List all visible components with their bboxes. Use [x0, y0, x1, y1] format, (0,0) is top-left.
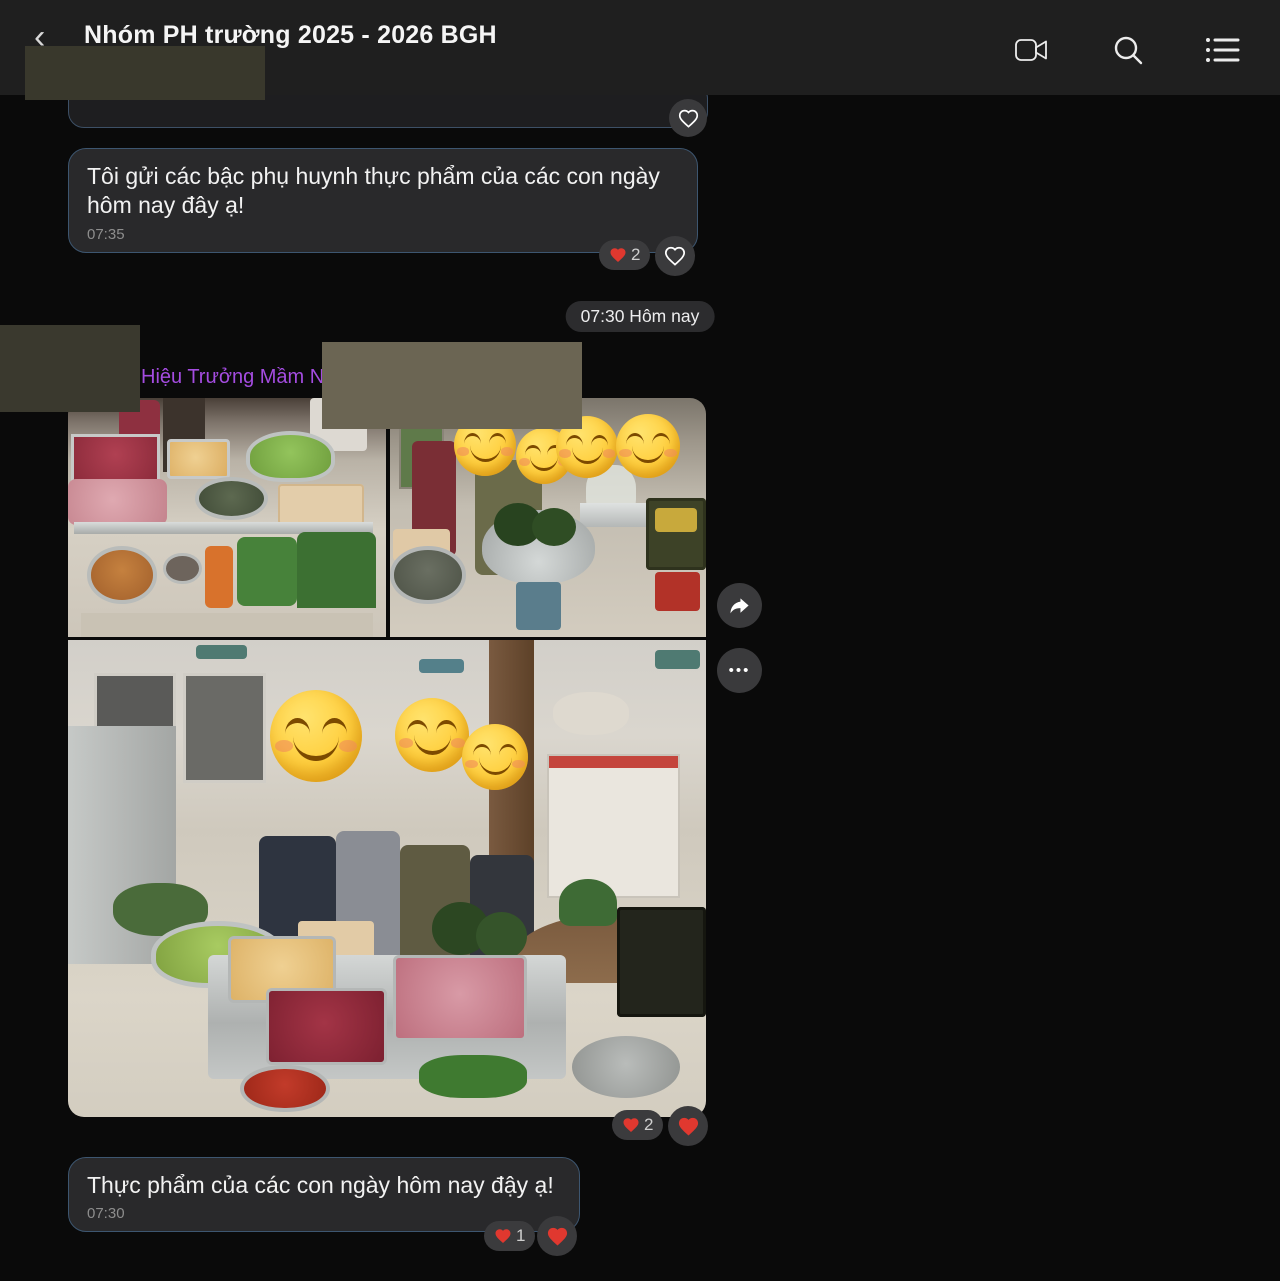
photo-decor: [516, 582, 560, 630]
photo-decor: [87, 546, 157, 603]
heart-filled-icon: [677, 1115, 700, 1138]
search-button[interactable]: [1108, 30, 1148, 70]
photo-decor: [240, 1065, 329, 1113]
photo-decor: [163, 553, 201, 584]
heart-filled-icon: [494, 1227, 512, 1245]
photo-decor: [553, 692, 630, 735]
redaction-block: [25, 46, 265, 100]
smiling-face-emoji: [616, 414, 680, 478]
photo-decor: [81, 613, 374, 637]
reaction-badge[interactable]: 1: [484, 1221, 535, 1251]
forward-button[interactable]: [717, 583, 762, 628]
thread-list-icon: [1202, 33, 1242, 67]
video-call-icon: [1013, 34, 1051, 66]
reaction-count: 1: [516, 1226, 525, 1246]
photo-decor: [246, 431, 335, 481]
search-icon: [1110, 32, 1146, 68]
photo-decor: [266, 988, 387, 1064]
photo-decor: [237, 537, 297, 606]
photo-decor: [297, 532, 377, 608]
photo-decor: [419, 659, 464, 673]
heart-outline-icon: [678, 108, 699, 129]
message-text: Thực phẩm của các con ngày hôm nay đậy ạ…: [87, 1171, 561, 1200]
date-divider: 07:30 Hôm nay: [566, 301, 715, 332]
photo-thumbnail-2[interactable]: [390, 398, 706, 637]
photo-decor: [71, 434, 160, 484]
redaction-block: [322, 342, 582, 429]
photo-decor: [547, 754, 681, 897]
photo-decor: [196, 645, 247, 659]
heart-filled-icon: [546, 1225, 569, 1248]
video-call-button[interactable]: [1012, 30, 1052, 70]
reaction-count: 2: [631, 245, 640, 265]
photo-decor: [419, 1055, 527, 1098]
like-button[interactable]: [655, 236, 695, 276]
sender-name[interactable]: Hiệu Trưởng Mầm Non: [141, 366, 346, 389]
like-button[interactable]: [668, 1106, 708, 1146]
smiling-face-emoji: [270, 690, 362, 782]
heart-filled-icon: [609, 246, 627, 264]
photo-large[interactable]: [68, 640, 706, 1117]
photo-decor: [183, 673, 266, 783]
photo-thumbnail-1[interactable]: [68, 398, 386, 637]
photo-decor: [655, 572, 699, 610]
photo-decor: [476, 912, 527, 960]
reaction-count: 2: [644, 1115, 653, 1135]
message-text: Tôi gửi các bậc phụ huynh thực phẩm của …: [87, 162, 679, 221]
heart-filled-icon: [622, 1116, 640, 1134]
photo-decor: [655, 508, 696, 532]
more-options-button[interactable]: •••: [717, 648, 762, 693]
photo-decor: [572, 1036, 680, 1098]
more-options-icon: •••: [729, 662, 751, 679]
like-button[interactable]: [537, 1216, 577, 1256]
photo-decor: [559, 879, 616, 927]
header-bar: ‹ Nhóm PH trường 2025 - 2026 BGH: [0, 0, 1280, 95]
photo-decor: [205, 546, 234, 608]
reaction-badge[interactable]: 2: [612, 1110, 663, 1140]
photo-decor: [390, 546, 466, 603]
message-time: 07:30: [87, 1205, 561, 1222]
photo-decor: [393, 955, 527, 1041]
heart-outline-icon: [664, 245, 686, 267]
message-time: 07:35: [87, 226, 679, 243]
photo-decor: [167, 439, 231, 480]
forward-icon: [728, 594, 751, 617]
photo-decor: [68, 479, 167, 524]
like-button[interactable]: [669, 99, 707, 137]
smiling-face-emoji: [462, 724, 528, 790]
photo-decor: [278, 484, 364, 525]
chat-screen: Tôi gửi các bậc phụ huynh thực phẩm của …: [0, 0, 1280, 1281]
reaction-badge[interactable]: 2: [599, 240, 650, 270]
message-bubble[interactable]: Tôi gửi các bậc phụ huynh thực phẩm của …: [68, 148, 698, 253]
photo-decor: [655, 650, 700, 669]
photo-decor: [617, 907, 706, 1017]
smiling-face-emoji: [395, 698, 469, 772]
redaction-block: [0, 325, 140, 412]
menu-button[interactable]: [1202, 30, 1242, 70]
photo-decor: [195, 477, 268, 520]
